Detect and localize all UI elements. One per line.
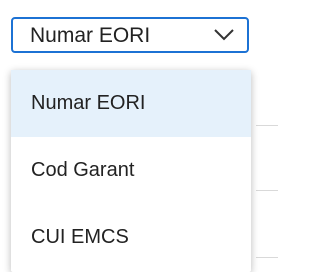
- option-cui-emcs[interactable]: CUI EMCS: [11, 204, 251, 271]
- dropdown-list: Numar EORI Cod Garant CUI EMCS: [11, 70, 251, 272]
- table-divider: [256, 125, 278, 126]
- select-widget-area: Numar EORI Numar EORI Cod Garant CUI EMC…: [0, 0, 278, 272]
- option-label: CUI EMCS: [31, 226, 129, 248]
- table-divider: [256, 257, 278, 258]
- selected-value: Numar EORI: [30, 23, 151, 47]
- identifier-type-select[interactable]: Numar EORI: [11, 17, 249, 53]
- option-numar-eori[interactable]: Numar EORI: [11, 70, 251, 137]
- chevron-down-icon[interactable]: [209, 19, 239, 51]
- option-label: Cod Garant: [31, 159, 135, 181]
- option-label: Numar EORI: [31, 92, 146, 114]
- table-divider: [256, 190, 278, 191]
- option-cod-garant[interactable]: Cod Garant: [11, 137, 251, 204]
